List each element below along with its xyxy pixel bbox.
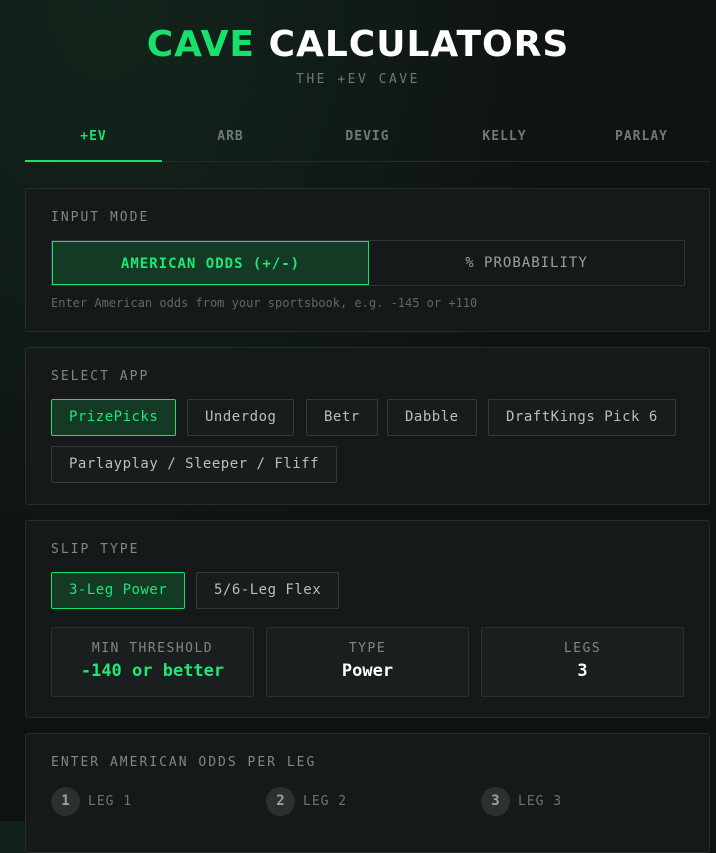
type-value: Power xyxy=(341,661,394,681)
min-threshold-value: -140 or better xyxy=(80,661,225,681)
app-underdog-button[interactable]: Underdog xyxy=(187,399,295,436)
leg-number-badge: 3 xyxy=(481,786,510,816)
slip-flex-button[interactable]: 5/6-Leg Flex xyxy=(196,572,340,609)
american-odds-button[interactable]: AMERICAN ODDS (+/-) xyxy=(52,241,369,285)
leg-1: 1 LEG 1 xyxy=(51,786,132,816)
title-rest: CALCULATORS xyxy=(268,24,570,65)
leg-2: 2 LEG 2 xyxy=(266,786,347,816)
input-mode-hint: Enter American odds from your sportsbook… xyxy=(51,296,478,310)
leg-label: LEG 3 xyxy=(518,793,563,809)
legs-label: LEGS xyxy=(563,641,602,656)
odds-entry-card: ENTER AMERICAN ODDS PER LEG 1 LEG 1 2 LE… xyxy=(25,733,710,853)
leg-label: LEG 1 xyxy=(88,793,133,809)
leg-3: 3 LEG 3 xyxy=(481,786,562,816)
leg-number-badge: 1 xyxy=(51,786,80,816)
app-subtitle: THE +EV CAVE xyxy=(296,72,420,87)
legs-stat: LEGS 3 xyxy=(481,627,684,697)
min-threshold-stat: MIN THRESHOLD -140 or better xyxy=(51,627,254,697)
title-accent: CAVE xyxy=(146,24,256,65)
probability-button[interactable]: % PROBABILITY xyxy=(369,241,684,285)
leg-number-badge: 2 xyxy=(266,786,295,816)
input-mode-card: INPUT MODE AMERICAN ODDS (+/-) % PROBABI… xyxy=(25,188,710,332)
legs-value: 3 xyxy=(577,661,588,681)
slip-type-card: SLIP TYPE 3-Leg Power 5/6-Leg Flex MIN T… xyxy=(25,520,710,718)
tab-arb[interactable]: ARB xyxy=(162,120,299,161)
tab-devig[interactable]: DEVIG xyxy=(299,120,436,161)
tab-parlay[interactable]: PARLAY xyxy=(573,120,710,161)
app-title: CAVE CALCULATORS xyxy=(0,24,716,66)
min-threshold-label: MIN THRESHOLD xyxy=(91,641,214,656)
slip-type-label: SLIP TYPE xyxy=(51,542,140,557)
app-prizepicks-button[interactable]: PrizePicks xyxy=(51,399,177,436)
type-label: TYPE xyxy=(348,641,387,656)
app-draftkings-button[interactable]: DraftKings Pick 6 xyxy=(488,399,676,436)
app-dabble-button[interactable]: Dabble xyxy=(387,399,477,436)
odds-entry-label: ENTER AMERICAN ODDS PER LEG xyxy=(51,755,317,770)
select-app-label: SELECT APP xyxy=(51,369,150,384)
app-parlayplay-button[interactable]: Parlayplay / Sleeper / Fliff xyxy=(51,446,338,483)
type-stat: TYPE Power xyxy=(266,627,469,697)
input-mode-toggle: AMERICAN ODDS (+/-) % PROBABILITY xyxy=(51,240,685,286)
tab-kelly[interactable]: KELLY xyxy=(436,120,573,161)
leg-label: LEG 2 xyxy=(303,793,348,809)
calculator-tabs: +EV ARB DEVIG KELLY PARLAY xyxy=(25,120,710,162)
select-app-card: SELECT APP PrizePicks Underdog Betr Dabb… xyxy=(25,347,710,505)
input-mode-label: INPUT MODE xyxy=(51,210,150,225)
tab-ev[interactable]: +EV xyxy=(25,120,162,162)
app-betr-button[interactable]: Betr xyxy=(306,399,378,436)
slip-3-leg-power-button[interactable]: 3-Leg Power xyxy=(51,572,186,609)
